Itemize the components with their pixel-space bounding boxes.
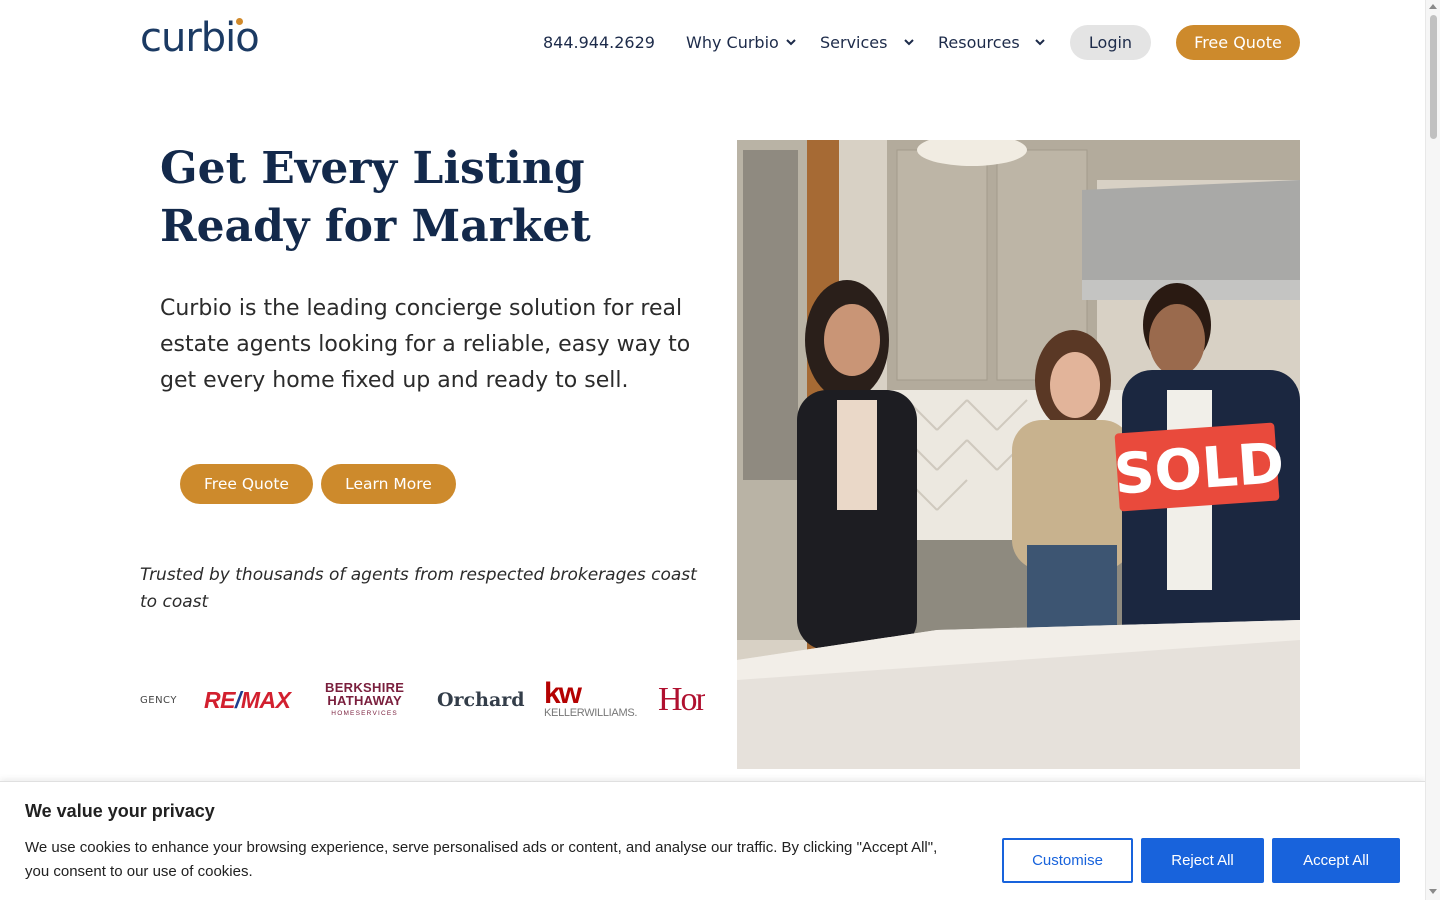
keller-williams-logo: kw KELLERWILLIAMS. — [544, 670, 637, 730]
scroll-up-arrow-icon[interactable] — [1429, 4, 1437, 9]
nav-phone-link[interactable]: 844.944.2629 — [543, 25, 655, 59]
berkshire-hathaway-logo: BERKSHIRE HATHAWAY HOMESERVICES — [325, 670, 404, 730]
scroll-down-arrow-icon[interactable] — [1429, 889, 1437, 894]
chevron-down-icon — [1035, 39, 1045, 46]
login-button[interactable]: Login — [1070, 25, 1151, 60]
learn-more-button[interactable]: Learn More — [321, 464, 456, 504]
chevron-down-icon — [904, 39, 915, 46]
homes-logo-text: HomeS — [658, 681, 705, 718]
nav-why-label: Why Curbio — [686, 32, 779, 52]
cookie-consent-banner: We value your privacy We use cookies to … — [0, 781, 1425, 900]
chevron-down-icon — [786, 39, 796, 46]
sold-sign-text: SOLD — [1112, 431, 1286, 508]
kw-mark: kw — [544, 677, 582, 710]
phone-number: 844.944.2629 — [543, 32, 655, 52]
agency-logo: GENCY — [140, 670, 177, 730]
orchard-logo-text: Orchard — [437, 689, 525, 711]
kw-name: KELLERWILLIAMS. — [544, 707, 638, 719]
cookie-description: We use cookies to enhance your browsing … — [25, 839, 938, 880]
homes-logo: HomeS — [658, 670, 705, 730]
site-header: curbio 844.944.2629 Why Curbio Services … — [0, 0, 1424, 84]
nav-resources[interactable]: Resources — [938, 25, 1046, 59]
remax-logo: RE / MAX — [204, 670, 291, 730]
nav-why-curbio[interactable]: Why Curbio — [686, 25, 797, 59]
cookie-title: We value your privacy — [25, 801, 215, 821]
agency-logo-text: GENCY — [140, 694, 177, 706]
hero-photo-illustration: SOLD — [737, 140, 1300, 769]
remax-part-b: MAX — [240, 686, 291, 713]
trusted-by-text: Trusted by thousands of agents from resp… — [140, 565, 697, 612]
accept-all-button[interactable]: Accept All — [1272, 838, 1400, 883]
hero-description: Curbio is the leading concierge solution… — [160, 296, 691, 393]
customise-cookies-button[interactable]: Customise — [1002, 838, 1133, 883]
free-quote-button[interactable]: Free Quote — [180, 464, 313, 504]
page-scrollbar[interactable] — [1425, 0, 1440, 900]
remax-part-a: RE — [204, 686, 235, 713]
hero-photo: SOLD — [737, 140, 1300, 769]
brokerage-logos: GENCY RE / MAX BERKSHIRE HATHAWAY HOMESERV… — [140, 670, 705, 730]
orchard-logo: Orchard — [437, 670, 525, 730]
nav-services-label: Services — [820, 32, 888, 52]
nav-services[interactable]: Services — [820, 25, 915, 59]
bh-line-3: HOMESERVICES — [331, 710, 398, 717]
hero-title: Get Every Listing Ready for Market — [160, 143, 591, 252]
reject-all-button[interactable]: Reject All — [1141, 838, 1264, 883]
logo-dot — [236, 18, 243, 25]
free-quote-header-button[interactable]: Free Quote — [1176, 25, 1300, 60]
bh-line-2: HATHAWAY — [327, 693, 402, 708]
scroll-thumb[interactable] — [1430, 15, 1437, 139]
nav-resources-label: Resources — [938, 32, 1020, 52]
